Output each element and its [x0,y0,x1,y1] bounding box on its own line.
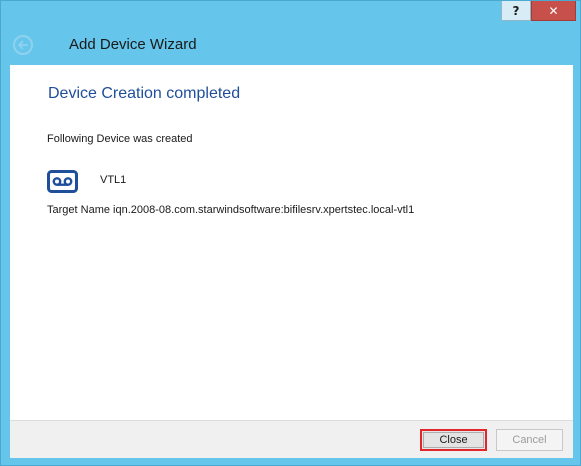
cancel-button[interactable]: Cancel [496,429,563,451]
close-button-label: Close [439,434,468,446]
wizard-title: Add Device Wizard [69,36,197,53]
target-name-row: Target Name iqn.2008-08.com.starwindsoft… [47,204,414,216]
target-name-value: iqn.2008-08.com.starwindsoftware:bifiles… [113,204,415,216]
close-icon: ✕ [548,3,559,18]
back-arrow-icon [18,40,28,50]
back-button[interactable] [13,35,33,55]
description-text: Following Device was created [47,133,193,145]
window-close-button[interactable]: ✕ [531,1,576,21]
tape-cassette-icon [47,170,78,193]
target-name-label: Target Name [47,204,110,216]
device-name: VTL1 [100,174,127,186]
close-button[interactable]: Close [420,429,487,451]
cancel-button-label: Cancel [512,434,547,446]
help-button[interactable]: ? [501,1,531,21]
content-panel: Device Creation completed Following Devi… [10,65,573,420]
page-heading: Device Creation completed [48,85,241,102]
wizard-window: ? ✕ Add Device Wizard Device Creation co… [0,0,581,466]
footer-bar: Close Cancel [10,420,573,458]
help-icon: ? [512,3,520,18]
